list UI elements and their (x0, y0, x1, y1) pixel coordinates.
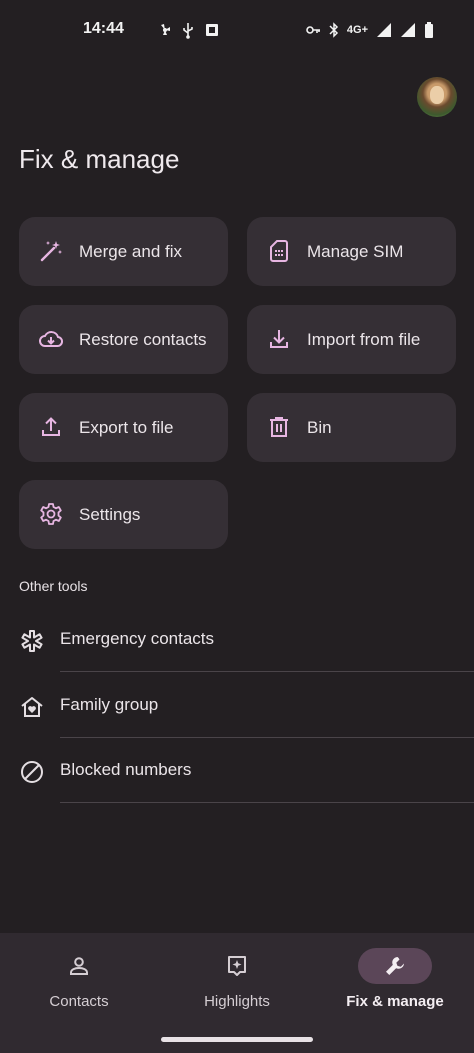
tool-label: Blocked numbers (60, 760, 192, 779)
signal-icon (400, 20, 416, 40)
fan-icon (158, 20, 172, 40)
bin-button[interactable]: Bin (247, 393, 456, 462)
trash-icon (267, 415, 291, 439)
nav-pill (200, 948, 274, 984)
tool-label: Family group (60, 695, 159, 714)
bottom-navigation: Contacts Highlights Fix & manage (0, 933, 474, 1053)
account-avatar[interactable] (417, 77, 457, 117)
blocked-numbers-row[interactable]: Blocked numbers (0, 760, 474, 826)
nav-label: Fix & manage (346, 993, 444, 1010)
nav-contacts[interactable]: Contacts (0, 933, 158, 1033)
status-bar: 14:44 4G+ (0, 0, 474, 60)
nav-label: Contacts (49, 993, 109, 1010)
card-label: Bin (307, 418, 332, 437)
export-to-file-button[interactable]: Export to file (19, 393, 228, 462)
gesture-bar (161, 1037, 313, 1042)
asterisk-icon (20, 629, 44, 653)
sim-card-icon (267, 239, 291, 263)
card-label: Merge and fix (79, 242, 182, 261)
blocked-icon (20, 760, 44, 784)
card-label: Export to file (79, 418, 174, 437)
family-group-row[interactable]: Family group (0, 695, 474, 761)
other-tools-heading: Other tools (19, 578, 88, 594)
import-from-file-button[interactable]: Import from file (247, 305, 456, 374)
nav-highlights[interactable]: Highlights (158, 933, 316, 1033)
house-heart-icon (20, 695, 44, 719)
manage-sim-button[interactable]: Manage SIM (247, 217, 456, 286)
page-title: Fix & manage (19, 144, 180, 174)
upload-icon (39, 415, 63, 439)
usb-icon (182, 20, 194, 40)
card-label: Manage SIM (307, 242, 404, 261)
person-icon (67, 954, 91, 978)
bluetooth-icon (329, 20, 339, 40)
nav-pill-active (358, 948, 432, 984)
highlights-icon (225, 954, 249, 978)
cloud-download-icon (39, 327, 63, 351)
app-icon (204, 20, 220, 40)
card-label: Restore contacts (79, 330, 207, 349)
magic-wand-icon (39, 239, 63, 263)
signal-icon (376, 20, 392, 40)
card-label: Settings (79, 505, 141, 524)
status-time: 14:44 (83, 20, 124, 37)
nav-pill (42, 948, 116, 984)
battery-icon (424, 20, 434, 40)
merge-and-fix-button[interactable]: Merge and fix (19, 217, 228, 286)
download-icon (267, 327, 291, 351)
network-type: 4G+ (346, 24, 368, 36)
gear-icon (39, 502, 63, 526)
vpn-key-icon (305, 20, 321, 40)
wrench-icon (383, 954, 407, 978)
card-label: Import from file (307, 330, 421, 349)
divider (60, 802, 474, 803)
divider (60, 737, 474, 738)
tool-label: Emergency contacts (60, 629, 215, 648)
nav-fix-and-manage[interactable]: Fix & manage (316, 933, 474, 1033)
emergency-contacts-row[interactable]: Emergency contacts (0, 629, 474, 695)
divider (60, 671, 474, 672)
settings-button[interactable]: Settings (19, 480, 228, 549)
restore-contacts-button[interactable]: Restore contacts (19, 305, 228, 374)
nav-label: Highlights (204, 993, 270, 1010)
